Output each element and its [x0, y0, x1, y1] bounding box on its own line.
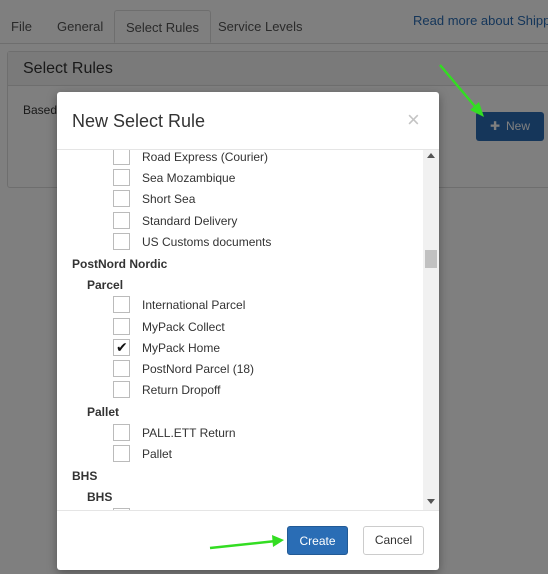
rule-option-label: Pallet — [142, 446, 173, 461]
create-button[interactable]: Create — [287, 526, 348, 555]
checkbox[interactable] — [113, 423, 130, 441]
checkbox[interactable] — [113, 150, 130, 165]
modal-footer: Create Cancel — [57, 510, 439, 571]
rule-option-label: Road Express (Courier) — [142, 150, 269, 164]
rule-option-label: Sea Mozambique — [142, 171, 236, 186]
carrier-group-heading: BHS — [72, 469, 98, 483]
new-select-rule-modal: New Select Rule × Road Express (Courier)… — [57, 92, 439, 570]
rule-option-label: MyPack Home — [142, 340, 221, 355]
checkbox[interactable] — [113, 317, 130, 335]
cancel-button[interactable]: Cancel — [363, 526, 424, 555]
service-group-heading: Parcel — [87, 278, 124, 293]
rule-option-label: PostNord Parcel (18) — [142, 362, 255, 376]
rule-option-label: Short Sea — [142, 192, 196, 207]
scroll-up-icon[interactable] — [427, 153, 435, 158]
scrollbar-thumb[interactable] — [425, 250, 437, 268]
close-icon[interactable]: × — [407, 109, 420, 131]
rule-option-label: International Parcel — [142, 298, 246, 313]
modal-header: New Select Rule × — [57, 92, 439, 150]
checkbox[interactable] — [113, 232, 130, 250]
rule-option-label: Standard Delivery — [142, 213, 238, 228]
checkbox[interactable] — [113, 190, 130, 208]
scrollbar[interactable] — [423, 150, 439, 510]
rule-option-label: PALL.ETT Return — [142, 425, 236, 440]
checkmark-icon: ✔ — [116, 338, 128, 355]
service-group-heading: Pallet — [87, 405, 120, 420]
scroll-down-icon[interactable] — [427, 499, 435, 504]
checkbox[interactable] — [113, 444, 130, 462]
modal-title: New Select Rule — [72, 111, 206, 131]
checkbox[interactable] — [113, 211, 130, 229]
service-group-heading: BHS — [87, 490, 113, 505]
checkbox[interactable] — [113, 169, 130, 187]
checkbox[interactable]: ✔ — [113, 338, 130, 356]
rule-option-label: Return Dropoff — [142, 383, 221, 398]
checkbox[interactable] — [113, 360, 130, 377]
rule-option-label: MyPack Collect — [142, 319, 225, 334]
rule-option-label: US Customs documents — [142, 234, 272, 249]
checkbox[interactable] — [113, 296, 130, 314]
modal-body: Road Express (Courier) Sea Mozambique Shor… — [57, 150, 439, 510]
checkbox[interactable] — [113, 381, 130, 399]
carrier-group-heading: PostNord Nordic — [72, 257, 168, 271]
